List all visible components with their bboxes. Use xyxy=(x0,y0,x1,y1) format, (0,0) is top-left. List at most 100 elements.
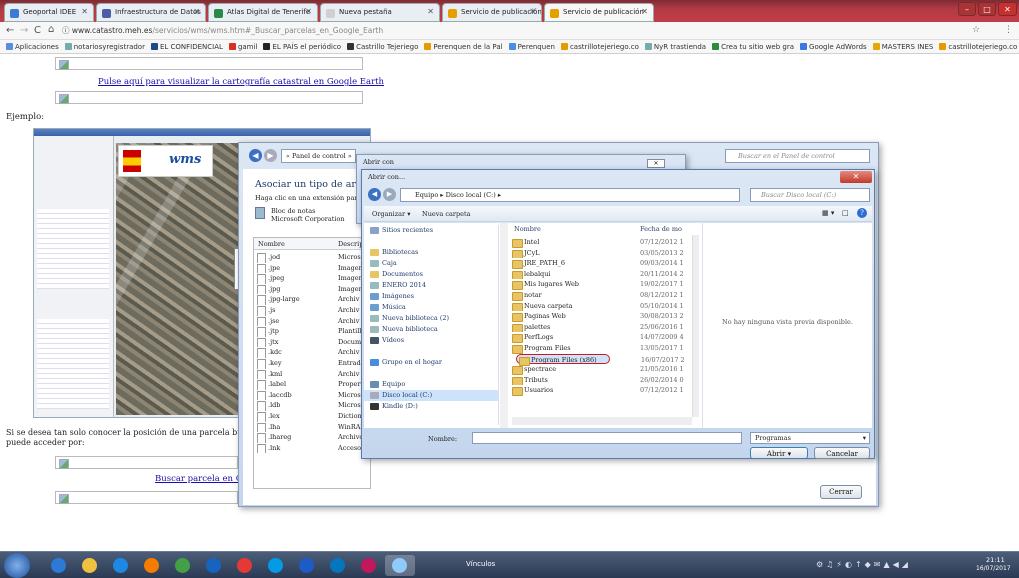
folder-row[interactable]: Paginas Web 30/08/2013 2 xyxy=(510,311,690,322)
taskbar-app[interactable] xyxy=(385,555,415,576)
path-bar[interactable]: Equipo ▸ Disco local (C:) ▸ xyxy=(400,188,740,202)
maximize-button[interactable]: □ xyxy=(978,2,996,16)
taskbar-app[interactable] xyxy=(230,555,260,576)
folder-row[interactable]: Usuarios 07/12/2012 1 xyxy=(510,385,690,396)
nav-item[interactable]: Equipo xyxy=(364,379,498,390)
folder-row[interactable]: Mis lugares Web 19/02/2017 1 xyxy=(510,279,690,290)
taskbar-app[interactable] xyxy=(261,555,291,576)
forward-icon[interactable]: → xyxy=(20,25,28,36)
google-earth-link[interactable]: Pulse aquí para visualizar la cartografí… xyxy=(98,77,384,87)
close-window-button[interactable]: ✕ xyxy=(998,2,1017,16)
folder-row[interactable]: spectrace 21/05/2016 1 xyxy=(510,364,690,375)
view-icon[interactable]: ▦ ▾ xyxy=(822,209,834,217)
bookmark-item[interactable]: notariosyregistrador xyxy=(64,40,145,53)
bookmark-item[interactable]: Castrillo Tejeriego xyxy=(347,40,418,53)
close-button[interactable]: ✕ xyxy=(840,171,872,183)
col-name[interactable]: Nombre xyxy=(514,223,541,235)
close-icon[interactable]: ✕ xyxy=(193,7,200,16)
folder-row[interactable]: Intel 07/12/2012 1 xyxy=(510,237,690,248)
tab-infraestructura[interactable]: Infraestructura de Datos ✕ xyxy=(96,3,206,22)
close-icon[interactable]: ✕ xyxy=(641,7,648,16)
file-type-select[interactable]: Programas ▾ xyxy=(750,432,870,444)
table-row[interactable]: .js Archiv xyxy=(254,305,370,316)
bookmark-item[interactable]: EL PAÍS el periódico xyxy=(263,40,341,53)
tab-atlas[interactable]: Atlas Digital de Tenerife ✕ xyxy=(208,3,318,22)
tab-nueva[interactable]: Nueva pestaña ✕ xyxy=(320,3,440,22)
open-button[interactable]: Abrir ▾ xyxy=(750,447,808,459)
taskbar-app[interactable] xyxy=(106,555,136,576)
table-row[interactable]: .label Propert xyxy=(254,379,370,390)
new-folder-button[interactable]: Nueva carpeta xyxy=(422,210,470,218)
table-row[interactable]: .jtp Plantill xyxy=(254,326,370,337)
taskbar-app[interactable] xyxy=(354,555,384,576)
taskbar-app[interactable] xyxy=(199,555,229,576)
nav-item[interactable]: Nueva biblioteca xyxy=(364,324,498,335)
folder-row[interactable]: JCyL 03/05/2013 2 xyxy=(510,248,690,259)
folder-row[interactable]: lebalqui 20/11/2014 2 xyxy=(510,269,690,280)
organize-button[interactable]: Organizar ▾ xyxy=(372,210,410,218)
minimize-button[interactable]: – xyxy=(958,2,976,16)
nav-scrollbar[interactable] xyxy=(500,223,508,428)
col-name[interactable]: Nombre xyxy=(258,238,285,250)
bookmark-item[interactable]: gamil xyxy=(228,40,257,53)
cancel-button[interactable]: Cancelar xyxy=(814,447,870,459)
star-icon[interactable]: ☆ xyxy=(972,25,980,35)
table-row[interactable]: .laccdb Micros xyxy=(254,390,370,401)
bookmark-item[interactable]: Perenquen xyxy=(508,40,555,53)
search-input[interactable]: Buscar Disco local (C:) xyxy=(750,188,870,202)
taskbar-app[interactable] xyxy=(137,555,167,576)
table-row[interactable]: .jod Micros xyxy=(254,252,370,263)
bookmark-item[interactable]: EL CONFIDENCIAL xyxy=(150,40,223,53)
forward-icon[interactable]: ▶ xyxy=(383,188,396,201)
nav-item[interactable]: Kindle (D:) xyxy=(364,401,498,412)
col-date[interactable]: Fecha de mo xyxy=(640,223,682,235)
folder-row[interactable]: Nueva carpeta 05/10/2014 1 xyxy=(510,301,690,312)
table-row[interactable]: .jpeg Imagen xyxy=(254,273,370,284)
taskbar-app[interactable] xyxy=(75,555,105,576)
folder-row[interactable]: PerfLogs 14/07/2009 4 xyxy=(510,332,690,343)
bookmark-item[interactable]: castrillotejeriego.co xyxy=(560,40,639,53)
nav-item[interactable]: Nueva biblioteca (2) xyxy=(364,313,498,324)
table-row[interactable]: .kml Archiv xyxy=(254,369,370,380)
bookmark-item[interactable]: Crea tu sitio web gra xyxy=(712,40,794,53)
bookmark-item[interactable]: NyR trastienda xyxy=(644,40,706,53)
table-row[interactable]: .lhareg Archivo xyxy=(254,432,370,443)
nav-item[interactable]: Grupo en el hogar xyxy=(364,357,498,368)
menu-icon[interactable]: ⋮ xyxy=(1004,25,1013,35)
tab-servicio-1[interactable]: Servicio de publicación ✕ xyxy=(442,3,542,22)
table-row[interactable]: .jpe Imagen xyxy=(254,263,370,274)
bookmark-item[interactable]: Aplicaciones xyxy=(6,40,59,53)
reload-icon[interactable]: C xyxy=(34,25,41,36)
col-desc[interactable]: Descrip xyxy=(338,238,363,250)
close-icon[interactable]: ✕ xyxy=(427,7,434,16)
tab-servicio-2[interactable]: Servicio de publicación ✕ xyxy=(544,3,654,22)
close-icon[interactable]: ✕ xyxy=(81,7,88,16)
folder-row[interactable]: JRE_PATH_6 09/03/2014 1 xyxy=(510,258,690,269)
nav-item[interactable]: ENERO 2014 xyxy=(364,280,498,291)
close-button[interactable]: Cerrar xyxy=(820,485,862,499)
bookmark-item[interactable]: Perenquen de la Pal xyxy=(424,40,503,53)
table-row[interactable]: .lex Diction xyxy=(254,411,370,422)
h-scrollbar[interactable] xyxy=(512,417,692,425)
taskbar-app[interactable] xyxy=(168,555,198,576)
folder-row[interactable]: notar 08/12/2012 1 xyxy=(510,290,690,301)
close-icon[interactable]: ✕ xyxy=(529,7,536,16)
home-icon[interactable]: ⌂ xyxy=(48,24,54,35)
table-row[interactable]: .jse Archiv xyxy=(254,316,370,327)
nav-item[interactable]: Sitios recientes xyxy=(364,225,498,236)
table-row[interactable]: .kdc Archiv xyxy=(254,347,370,358)
nav-item[interactable]: Música xyxy=(364,302,498,313)
table-row[interactable]: .ldb Micros xyxy=(254,400,370,411)
file-scrollbar[interactable] xyxy=(692,235,699,417)
nav-item[interactable]: Caja xyxy=(364,258,498,269)
table-row[interactable]: .jpg-large Archiv xyxy=(254,294,370,305)
clock-date[interactable]: 16/07/2017 xyxy=(976,565,1011,572)
clock-time[interactable]: 21:11 xyxy=(986,556,1005,564)
folder-row[interactable]: palettes 25/06/2016 1 xyxy=(510,322,690,333)
forward-icon[interactable]: ▶ xyxy=(264,149,277,162)
links-toolbar[interactable]: Vínculos xyxy=(466,560,495,568)
taskbar-app[interactable] xyxy=(292,555,322,576)
table-row[interactable]: .jpg Imagen xyxy=(254,284,370,295)
preview-pane-icon[interactable]: □ xyxy=(842,209,849,217)
table-row[interactable]: .lnk Acceso xyxy=(254,443,370,454)
